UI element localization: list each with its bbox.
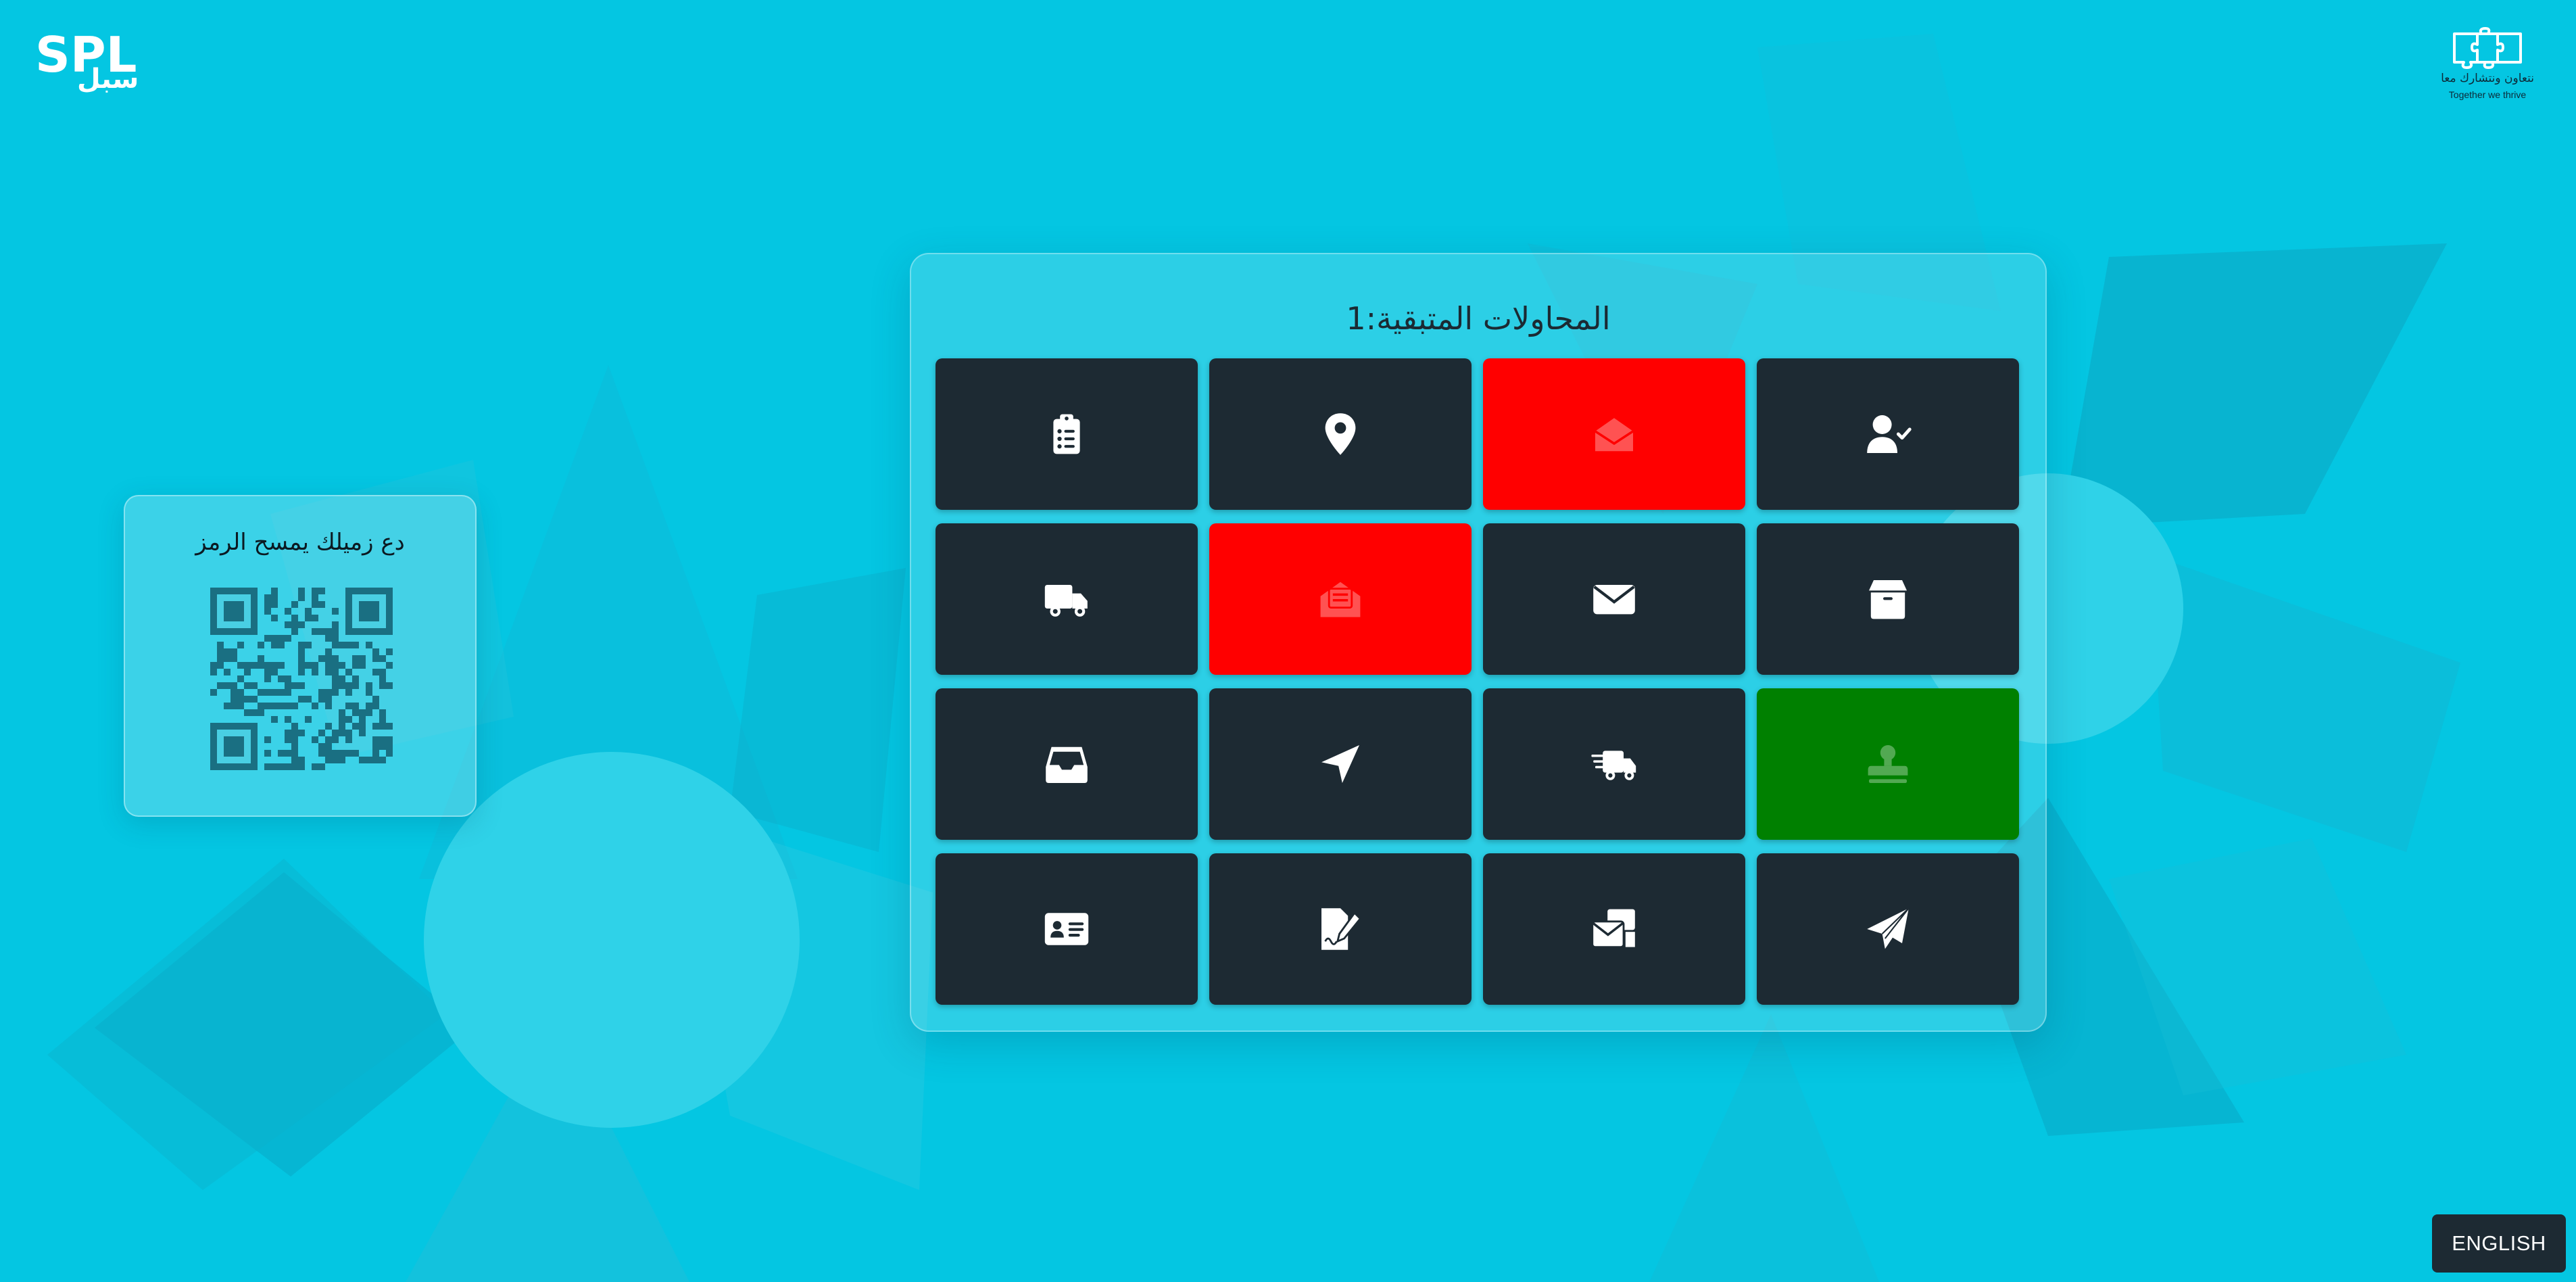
game-tile-13[interactable] bbox=[935, 853, 1198, 1005]
envelope-open-text-icon bbox=[1320, 581, 1361, 617]
envelopes-bulk-icon bbox=[1591, 909, 1635, 948]
game-tile-15[interactable] bbox=[1483, 853, 1745, 1005]
game-tile-14[interactable] bbox=[1209, 853, 1472, 1005]
memory-game-board: المحاولات المتبقية:1 bbox=[910, 253, 2047, 1032]
game-tile-11[interactable] bbox=[1483, 688, 1745, 840]
language-toggle-button[interactable]: ENGLISH bbox=[2432, 1214, 2566, 1273]
clipboard-list-icon bbox=[1053, 414, 1080, 454]
attempts-remaining: المحاولات المتبقية:1 bbox=[911, 300, 2045, 337]
envelope-open-icon bbox=[1595, 418, 1634, 452]
attempts-value: 1 bbox=[1346, 300, 1366, 337]
user-check-icon bbox=[1867, 415, 1912, 453]
envelope-icon bbox=[1593, 585, 1635, 615]
location-arrow-icon bbox=[1321, 745, 1359, 783]
spl-logo: SPL سبل bbox=[35, 26, 150, 95]
qr-card: دع زميلك يمسح الرمز bbox=[124, 495, 477, 817]
location-pin-icon bbox=[1325, 413, 1356, 455]
game-tile-8[interactable] bbox=[1757, 523, 2019, 675]
spl-logo-arabic: سبل bbox=[77, 64, 139, 93]
paper-plane-icon bbox=[1867, 907, 1910, 949]
game-tile-2[interactable] bbox=[1209, 358, 1472, 510]
game-tile-9[interactable] bbox=[935, 688, 1198, 840]
game-tile-12[interactable] bbox=[1757, 688, 2019, 840]
game-tile-6[interactable] bbox=[1209, 523, 1472, 675]
partner-slogan-english: Together we thrive bbox=[2448, 89, 2527, 100]
file-signature-icon bbox=[1321, 908, 1362, 950]
fast-truck-icon bbox=[1591, 751, 1636, 780]
game-tile-4[interactable] bbox=[1757, 358, 2019, 510]
inbox-tray-icon bbox=[1046, 746, 1088, 783]
delivery-truck-icon bbox=[1044, 585, 1088, 617]
id-card-icon bbox=[1044, 913, 1089, 945]
qr-code bbox=[210, 588, 393, 770]
qr-card-title: دع زميلك يمسح الرمز bbox=[195, 529, 405, 556]
game-tile-1[interactable] bbox=[935, 358, 1198, 510]
game-tile-3[interactable] bbox=[1483, 358, 1745, 510]
partner-logo: نتعاون ونتشارك معا Together we thrive bbox=[2433, 24, 2542, 101]
game-tile-5[interactable] bbox=[935, 523, 1198, 675]
attempts-label: المحاولات المتبقية: bbox=[1365, 300, 1611, 337]
game-tile-7[interactable] bbox=[1483, 523, 1745, 675]
stamp-icon bbox=[1868, 745, 1908, 783]
package-box-icon bbox=[1869, 580, 1907, 619]
game-tile-16[interactable] bbox=[1757, 853, 2019, 1005]
tile-grid bbox=[935, 358, 2020, 1005]
game-tile-10[interactable] bbox=[1209, 688, 1472, 840]
partner-slogan-arabic: نتعاون ونتشارك معا bbox=[2441, 72, 2534, 85]
handshake-puzzle-icon bbox=[2453, 27, 2522, 69]
